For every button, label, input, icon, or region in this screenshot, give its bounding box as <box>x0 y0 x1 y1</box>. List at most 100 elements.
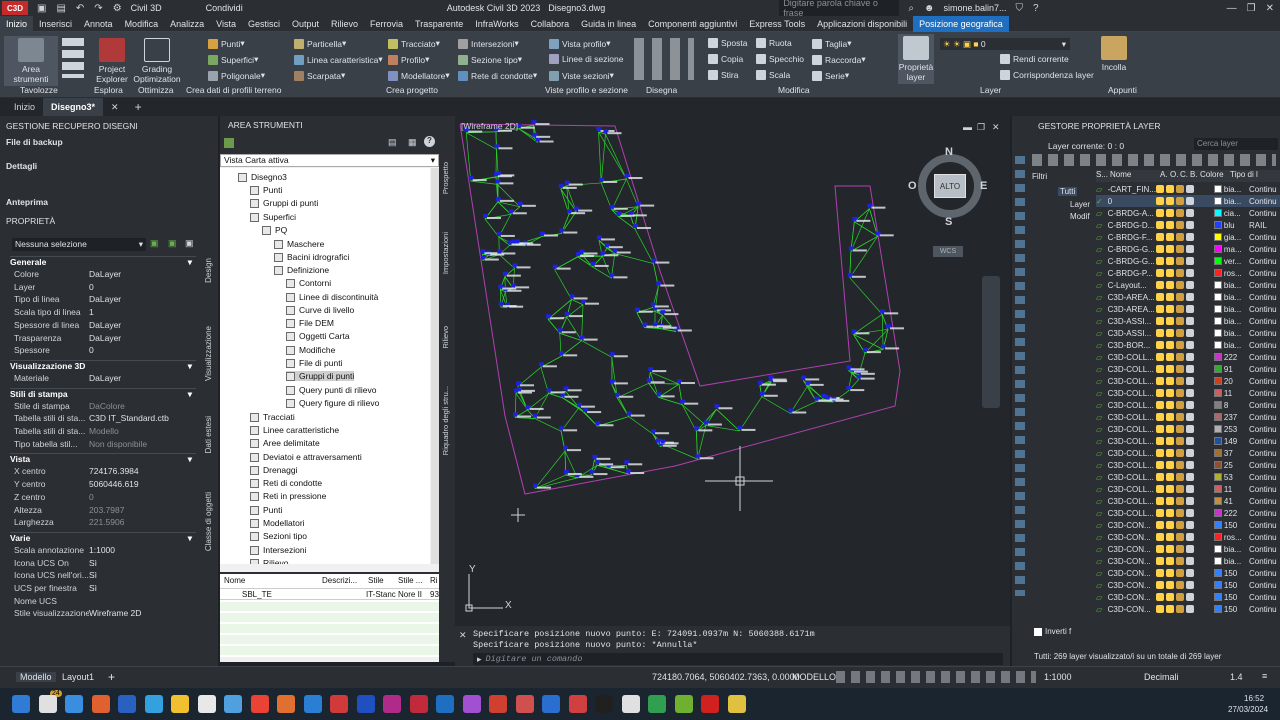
layer-toggle-icon[interactable] <box>1166 461 1174 469</box>
ribbon-panel-label[interactable]: Crea progetto <box>386 85 438 95</box>
layer-color-swatch[interactable] <box>1214 533 1222 541</box>
layer-toggle-icon[interactable] <box>1186 353 1194 361</box>
compass-west[interactable]: O <box>908 180 917 192</box>
layer-toggle-icon[interactable] <box>1186 305 1194 313</box>
layer-row[interactable]: ▱ C3D-ASSI... bia... Continu <box>1096 315 1280 327</box>
tree-node[interactable]: Curve di livello <box>286 305 354 315</box>
layer-toggle-icon[interactable] <box>1186 293 1194 301</box>
layer-toggle-icon[interactable] <box>1176 305 1184 313</box>
layer-row[interactable]: ▱ C3D-CON... 150 Continu <box>1096 591 1280 603</box>
add-layout-icon[interactable]: + <box>108 670 115 684</box>
layer-toggle-icon[interactable] <box>1156 581 1164 589</box>
ribbon-panel-label[interactable]: Modifica <box>778 85 810 95</box>
folder-icon[interactable]: ▣ <box>37 3 46 14</box>
layer-toggle-icon[interactable] <box>1186 185 1194 193</box>
property-row[interactable]: Colore DaLayer <box>14 269 194 281</box>
properties-side-tab[interactable]: Dati estesi <box>204 416 213 453</box>
layer-toggle-icon[interactable] <box>1156 461 1164 469</box>
taskbar-app-icon[interactable] <box>436 695 454 713</box>
layer-color-swatch[interactable] <box>1214 449 1222 457</box>
layer-toggle-icon[interactable] <box>1156 245 1164 253</box>
filter-all[interactable]: Tutti <box>1058 187 1078 196</box>
layer-toggle-icon[interactable] <box>1186 425 1194 433</box>
layer-color-swatch[interactable] <box>1214 281 1222 289</box>
layer-color-swatch[interactable] <box>1214 185 1222 193</box>
properties-side-tab[interactable]: Visualizzazione <box>204 326 213 381</box>
layer-toggle-icon[interactable] <box>1156 269 1164 277</box>
layer-toggle-icon[interactable] <box>1186 449 1194 457</box>
layer-color-swatch[interactable] <box>1214 461 1222 469</box>
property-row[interactable]: Stile visualizzazione Wireframe 2D <box>14 608 194 620</box>
layer-toggle-icon[interactable] <box>1186 557 1194 565</box>
ribbon-panel-label[interactable]: Ottimizza <box>138 85 173 95</box>
property-row[interactable]: X centro 724176.3984 <box>14 466 194 478</box>
layer-row[interactable]: ▱ C3D-COLL... 253 Continu <box>1096 423 1280 435</box>
toolspace-settings-icon[interactable]: ▤ <box>388 137 397 148</box>
layer-color-swatch[interactable] <box>1214 509 1222 517</box>
layer-toggle-icon[interactable] <box>1156 497 1164 505</box>
details-section[interactable]: Dettagli <box>6 161 37 171</box>
layer-toggle-icon[interactable] <box>1156 317 1164 325</box>
property-row[interactable]: Scala annotazione 1:1000 <box>14 545 194 557</box>
layer-row[interactable]: ▱ C3D-COLL... 149 Continu <box>1096 435 1280 447</box>
property-row[interactable]: Altezza 203.7987 <box>14 505 194 517</box>
minimize-icon[interactable]: — <box>1227 3 1237 14</box>
table-header[interactable]: Descrizi... <box>322 576 357 585</box>
layer-toggle-icon[interactable] <box>1186 461 1194 469</box>
toolspace-view-icon[interactable] <box>224 138 234 148</box>
taskbar-app-icon[interactable] <box>515 695 534 713</box>
table-header[interactable]: Stile <box>368 576 384 585</box>
layer-row[interactable]: ▱ C-BRDG-F... gia... Continu <box>1096 231 1280 243</box>
layer-toggle-icon[interactable] <box>1176 377 1184 385</box>
tree-node[interactable]: Superfici <box>250 212 296 222</box>
layer-toggle-icon[interactable] <box>1166 221 1174 229</box>
taskbar-app-icon[interactable] <box>303 695 322 713</box>
layer-color-swatch[interactable] <box>1214 605 1222 613</box>
layer-color-swatch[interactable] <box>1214 257 1222 265</box>
layer-toggle-icon[interactable] <box>1156 509 1164 517</box>
layer-row[interactable]: ▱ C3D-COLL... 91 Continu <box>1096 363 1280 375</box>
layer-toggle-icon[interactable] <box>1186 605 1194 613</box>
layer-toggle-icon[interactable] <box>1166 473 1174 481</box>
tree-node[interactable]: Contorni <box>286 278 331 288</box>
layer-toggle-icon[interactable] <box>1156 437 1164 445</box>
workspace-select[interactable]: Civil 3D <box>131 3 162 13</box>
layer-toggle-icon[interactable] <box>1166 329 1174 337</box>
viewport-close-icon[interactable]: ✕ <box>992 122 1000 133</box>
layer-row[interactable]: ▱ C3D-COLL... 222 Continu <box>1096 507 1280 519</box>
layer-color-swatch[interactable] <box>1214 485 1222 493</box>
drafting-toggles[interactable] <box>836 671 1036 683</box>
layer-color-swatch[interactable] <box>1214 293 1222 301</box>
property-row[interactable]: Y centro 5060446.619 <box>14 479 194 491</box>
layer-toggle-icon[interactable] <box>1186 233 1194 241</box>
property-row[interactable]: Tabella stili di sta... C3D IT_Standard.c… <box>14 413 194 425</box>
taskbar-app-icon[interactable] <box>38 695 57 713</box>
layer-toggle-icon[interactable] <box>1156 281 1164 289</box>
toolspace-vtab[interactable]: Riquadro degli stru... <box>441 386 450 455</box>
layer-toggle-icon[interactable] <box>1166 425 1174 433</box>
property-row[interactable]: UCS per finestra Sì <box>14 583 194 595</box>
layer-row[interactable]: ▱ C3D-COLL... 11 Continu <box>1096 387 1280 399</box>
layer-color-swatch[interactable] <box>1214 497 1222 505</box>
layer-toggle-icon[interactable] <box>1166 185 1174 193</box>
quick-select-icon[interactable]: ▣ <box>150 238 159 249</box>
tree-node[interactable]: Reti di condotte <box>250 478 322 488</box>
taskbar-app-icon[interactable] <box>91 695 110 713</box>
command-input[interactable]: ▸ Digitare un comando <box>473 653 1003 665</box>
layer-row[interactable]: ▱ C3D-COLL... 11 Continu <box>1096 483 1280 495</box>
layer-toggle-icon[interactable] <box>1166 293 1174 301</box>
wcs-menu[interactable]: WCS <box>933 246 963 257</box>
tree-node[interactable]: Query figure di rilievo <box>286 398 379 408</box>
layer-color-swatch[interactable] <box>1214 569 1222 577</box>
layer-color-swatch[interactable] <box>1214 401 1222 409</box>
property-row[interactable]: Icona UCS nell'ori... Sì <box>14 570 194 582</box>
layer-row[interactable]: ▱ C-BRDG-G... ver... Continu <box>1096 255 1280 267</box>
taskbar-app-icon[interactable] <box>250 695 269 713</box>
ribbon-tab[interactable]: Output <box>286 16 325 32</box>
layer-toggle-icon[interactable] <box>1166 353 1174 361</box>
property-row[interactable]: Stile di stampa DaColore <box>14 401 194 413</box>
layer-row[interactable]: ▱ C3D-COLL... 41 Continu <box>1096 495 1280 507</box>
layer-toggle-icon[interactable] <box>1186 569 1194 577</box>
tab-model[interactable]: Modello <box>16 672 56 682</box>
layer-column-header[interactable]: C. <box>1180 170 1190 182</box>
